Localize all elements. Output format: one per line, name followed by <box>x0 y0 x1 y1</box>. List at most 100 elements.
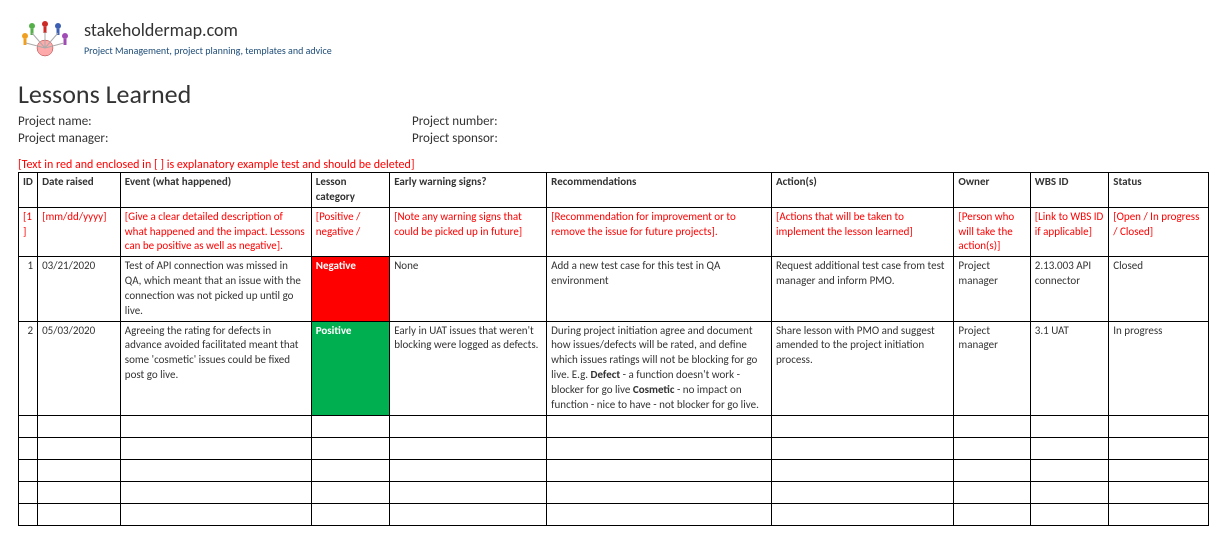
empty-cell <box>954 481 1030 503</box>
cell-event: Agreeing the rating for defects in advan… <box>120 321 311 415</box>
empty-cell <box>390 437 547 459</box>
empty-cell <box>311 481 389 503</box>
empty-cell <box>1030 459 1108 481</box>
empty-cell <box>390 481 547 503</box>
lessons-table: ID Date raised Event (what happened) Les… <box>18 172 1209 526</box>
empty-cell <box>390 459 547 481</box>
hint-rec: [Recommendation for improvement or to re… <box>547 207 772 257</box>
empty-cell <box>19 415 38 437</box>
table-row-empty <box>19 437 1209 459</box>
empty-cell <box>772 503 954 525</box>
empty-cell <box>772 481 954 503</box>
empty-cell <box>120 503 311 525</box>
cell-status: In progress <box>1109 321 1209 415</box>
cell-action: Share lesson with PMO and suggest amende… <box>772 321 954 415</box>
cell-category: Negative <box>311 257 389 321</box>
empty-cell <box>1030 503 1108 525</box>
col-action: Action(s) <box>772 173 954 208</box>
empty-cell <box>772 437 954 459</box>
empty-cell <box>1109 415 1209 437</box>
col-early: Early warning signs? <box>390 173 547 208</box>
empty-cell <box>547 437 772 459</box>
cell-owner: Project manager <box>954 257 1030 321</box>
col-owner: Owner <box>954 173 1030 208</box>
brand-name: stakeholdermap.com <box>84 19 332 41</box>
project-name-label: Project name: <box>18 114 412 129</box>
cell-category: Positive <box>311 321 389 415</box>
hint-row: [1] [mm/dd/yyyy] [Give a clear detailed … <box>19 207 1209 257</box>
empty-cell <box>1030 437 1108 459</box>
cell-owner: Project manager <box>954 321 1030 415</box>
empty-cell <box>1109 459 1209 481</box>
col-category: Lesson category <box>311 173 389 208</box>
table-row: 103/21/2020Test of API connection was mi… <box>19 257 1209 321</box>
cell-date: 03/21/2020 <box>38 257 121 321</box>
col-wbs: WBS ID <box>1030 173 1108 208</box>
brand-block: stakeholdermap.com Project Management, p… <box>84 19 332 57</box>
cell-status: Closed <box>1109 257 1209 321</box>
empty-cell <box>311 437 389 459</box>
brand-tagline: Project Management, project planning, te… <box>84 44 332 57</box>
logo-icon <box>18 18 72 58</box>
table-row-empty <box>19 503 1209 525</box>
col-event: Event (what happened) <box>120 173 311 208</box>
empty-cell <box>38 437 121 459</box>
cell-id: 1 <box>19 257 38 321</box>
cell-rec: During project initiation agree and docu… <box>547 321 772 415</box>
hint-id: [1] <box>19 207 38 257</box>
empty-cell <box>311 503 389 525</box>
header: stakeholdermap.com Project Management, p… <box>18 18 1209 58</box>
empty-cell <box>19 437 38 459</box>
meta-row-1: Project name: Project number: <box>18 114 1209 129</box>
empty-cell <box>547 459 772 481</box>
project-manager-label: Project manager: <box>18 131 412 146</box>
empty-cell <box>120 459 311 481</box>
hint-date: [mm/dd/yyyy] <box>38 207 121 257</box>
cell-early: None <box>390 257 547 321</box>
empty-cell <box>772 415 954 437</box>
empty-cell <box>547 503 772 525</box>
instruction-text: [Text in red and enclosed in [ ] is expl… <box>18 158 1209 172</box>
table-header-row: ID Date raised Event (what happened) Les… <box>19 173 1209 208</box>
col-status: Status <box>1109 173 1209 208</box>
cell-action: Request additional test case from test m… <box>772 257 954 321</box>
cell-rec: Add a new test case for this test in QA … <box>547 257 772 321</box>
cell-wbs: 2.13.003 API connector <box>1030 257 1108 321</box>
hint-action: [Actions that will be taken to implement… <box>772 207 954 257</box>
col-date: Date raised <box>38 173 121 208</box>
empty-cell <box>954 459 1030 481</box>
empty-cell <box>38 415 121 437</box>
col-rec: Recommendations <box>547 173 772 208</box>
empty-cell <box>120 481 311 503</box>
cell-date: 05/03/2020 <box>38 321 121 415</box>
hint-event: [Give a clear detailed description of wh… <box>120 207 311 257</box>
empty-cell <box>19 503 38 525</box>
empty-cell <box>547 415 772 437</box>
empty-cell <box>1030 481 1108 503</box>
empty-cell <box>120 415 311 437</box>
meta-row-2: Project manager: Project sponsor: <box>18 131 1209 146</box>
table-row: 205/03/2020Agreeing the rating for defec… <box>19 321 1209 415</box>
empty-cell <box>311 415 389 437</box>
project-sponsor-label: Project sponsor: <box>412 131 498 146</box>
empty-cell <box>954 503 1030 525</box>
empty-cell <box>38 459 121 481</box>
empty-cell <box>390 415 547 437</box>
hint-category: [Positive / negative / <box>311 207 389 257</box>
cell-id: 2 <box>19 321 38 415</box>
project-number-label: Project number: <box>412 114 498 129</box>
empty-cell <box>1109 503 1209 525</box>
table-body: [1] [mm/dd/yyyy] [Give a clear detailed … <box>19 207 1209 525</box>
cell-event: Test of API connection was missed in QA,… <box>120 257 311 321</box>
hint-wbs: [Link to WBS ID if applicable] <box>1030 207 1108 257</box>
empty-cell <box>1030 415 1108 437</box>
empty-cell <box>547 481 772 503</box>
empty-cell <box>120 437 311 459</box>
hint-early: [Note any warning signs that could be pi… <box>390 207 547 257</box>
empty-cell <box>311 459 389 481</box>
empty-cell <box>19 481 38 503</box>
table-row-empty <box>19 459 1209 481</box>
empty-cell <box>954 415 1030 437</box>
empty-cell <box>772 459 954 481</box>
empty-cell <box>390 503 547 525</box>
